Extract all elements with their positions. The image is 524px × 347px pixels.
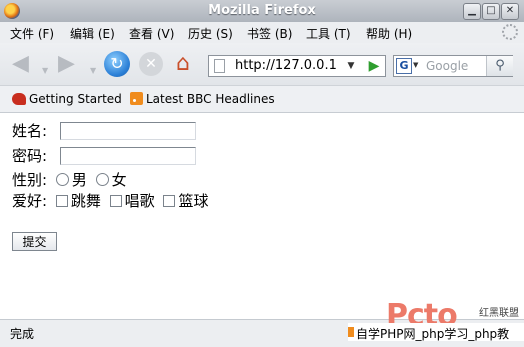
watermark-text: 自学PHP网_php学习_php教 <box>356 327 510 341</box>
forward-button[interactable]: ▶ <box>58 53 75 75</box>
hobby-label: 爱好: <box>12 192 48 210</box>
gender-label: 性别: <box>12 171 48 189</box>
menu-help[interactable]: 帮助 (H) <box>366 25 412 42</box>
search-button[interactable]: ⚲ <box>486 56 513 76</box>
search-input[interactable]: Google <box>426 59 468 73</box>
url-bar[interactable]: http://127.0.0.1:8 ▼ ▶ <box>208 55 386 77</box>
menu-bar: 文件 (F) 编辑 (E) 查看 (V) 历史 (S) 书签 (B) 工具 (T… <box>0 22 524 43</box>
submit-button[interactable]: 提交 <box>12 232 57 251</box>
hobby-dance-label: 跳舞 <box>70 192 101 210</box>
gender-male-label: 男 <box>71 171 87 189</box>
hobby-dance-checkbox[interactable] <box>55 195 68 207</box>
navigation-toolbar: ◀ ▼ ▶ ▼ ↻ ✕ ⌂ http://127.0.0.1:8 ▼ ▶ G ▼… <box>0 43 524 86</box>
back-button[interactable]: ◀ <box>12 53 29 75</box>
close-button[interactable]: ✕ <box>501 3 519 20</box>
bookmarks-toolbar: Getting Started Latest BBC Headlines <box>0 86 524 113</box>
password-label: 密码: <box>12 147 48 165</box>
hobby-row: 爱好: 跳舞 唱歌 篮球 <box>12 192 208 210</box>
bookmark-label: Getting Started <box>29 92 122 106</box>
firefox-bookmark-icon <box>12 93 26 105</box>
watermark-icon <box>348 327 354 337</box>
window-title: Mozilla Firefox <box>208 3 316 18</box>
gender-female-radio[interactable] <box>95 173 109 186</box>
reload-button[interactable]: ↻ <box>104 51 130 77</box>
menu-view[interactable]: 查看 (V) <box>129 25 174 42</box>
menu-file[interactable]: 文件 (F) <box>10 25 54 42</box>
hobby-sing-checkbox[interactable] <box>109 195 122 207</box>
menu-tools[interactable]: 工具 (T) <box>306 25 351 42</box>
search-engine-icon[interactable]: G <box>396 58 412 74</box>
bookmark-label: Latest BBC Headlines <box>146 92 275 106</box>
menu-history[interactable]: 历史 (S) <box>188 25 233 42</box>
hobby-basketball-label: 篮球 <box>178 192 209 210</box>
search-engine-dropdown-icon[interactable]: ▼ <box>413 61 418 69</box>
hobby-basketball-checkbox[interactable] <box>163 195 176 207</box>
menu-edit[interactable]: 编辑 (E) <box>70 25 115 42</box>
name-label: 姓名: <box>12 122 48 140</box>
status-text: 完成 <box>10 327 35 341</box>
title-bar: Mozilla Firefox ▁ □ ✕ <box>0 0 524 23</box>
go-button[interactable]: ▶ <box>364 56 384 76</box>
menu-bookmarks[interactable]: 书签 (B) <box>247 25 292 42</box>
minimize-button[interactable]: ▁ <box>463 3 481 20</box>
maximize-button[interactable]: □ <box>482 3 500 20</box>
home-button[interactable]: ⌂ <box>176 51 190 76</box>
status-bar: 完成 Pcto 红黑联盟 自学PHP网_php学习_php教 <box>0 298 524 347</box>
name-input[interactable] <box>60 122 196 140</box>
bookmark-latest-bbc[interactable]: Latest BBC Headlines <box>130 92 275 106</box>
url-text[interactable]: http://127.0.0.1:8 <box>235 58 337 73</box>
watermark-brand: 红黑联盟 <box>479 308 519 319</box>
activity-throbber-icon <box>502 24 518 40</box>
stop-button[interactable]: ✕ <box>139 52 163 76</box>
forward-history-dropdown-icon[interactable]: ▼ <box>90 60 96 82</box>
search-bar[interactable]: G ▼ Google ⚲ <box>393 55 513 77</box>
page-icon <box>214 59 225 73</box>
gender-row: 性别: 男 女 <box>12 171 127 189</box>
gender-male-radio[interactable] <box>55 173 69 186</box>
password-input[interactable] <box>60 147 196 165</box>
gender-female-label: 女 <box>111 171 127 189</box>
hobby-sing-label: 唱歌 <box>124 192 155 210</box>
page-content: 姓名: 密码: 性别: 男 女 爱好: 跳舞 唱歌 篮球 提交 <box>0 113 524 319</box>
back-history-dropdown-icon[interactable]: ▼ <box>42 60 48 82</box>
url-history-dropdown-icon[interactable]: ▼ <box>344 56 358 76</box>
rss-feed-icon <box>130 92 143 105</box>
bookmark-getting-started[interactable]: Getting Started <box>12 92 122 106</box>
watermark-banner: 自学PHP网_php学习_php教 <box>348 323 524 341</box>
